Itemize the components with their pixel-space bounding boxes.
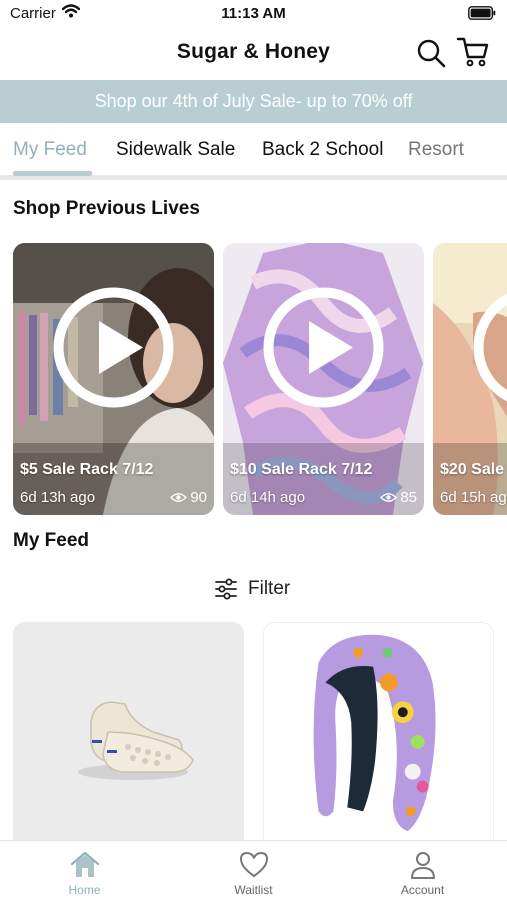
promo-text: Shop our 4th of July Sale- up to 70% off (94, 91, 413, 111)
home-icon (70, 851, 99, 877)
live-video-card[interactable]: $20 Sale 6d 15h ago (433, 243, 507, 515)
feed-title: My Feed (13, 530, 90, 551)
live-video-title: $5 Sale Rack 7/12 (20, 461, 154, 478)
product-card[interactable] (263, 622, 494, 852)
nav-home-label: Home (68, 883, 101, 897)
status-time: 11:13 AM (221, 5, 286, 22)
filter-label: Filter (248, 578, 291, 599)
shoe-product-image (13, 622, 244, 852)
nav-account-label: Account (400, 883, 445, 897)
live-video-views: 85 (380, 489, 417, 506)
category-tabs: My Feed Sidewalk Sale Back 2 School Reso… (0, 123, 507, 180)
eye-icon (170, 493, 188, 502)
filter-button[interactable]: Filter (214, 575, 290, 603)
nav-waitlist[interactable]: Waitlist (169, 841, 338, 900)
eye-icon (380, 493, 398, 502)
live-video-age: 6d 15h ago (440, 489, 507, 506)
status-bar: Carrier 11:13 AM (0, 0, 507, 28)
live-video-card[interactable]: $10 Sale Rack 7/12 6d 14h ago 85 (223, 243, 424, 515)
live-video-title: $10 Sale Rack 7/12 (230, 461, 373, 478)
person-icon (410, 852, 435, 879)
live-video-age: 6d 13h ago (20, 489, 96, 506)
view-count: 85 (400, 489, 417, 506)
view-count: 90 (190, 489, 207, 506)
tab-my-feed[interactable]: My Feed (13, 139, 87, 161)
live-video-card[interactable]: $5 Sale Rack 7/12 6d 13h ago 90 (13, 243, 214, 515)
play-icon[interactable] (51, 285, 176, 410)
nav-account[interactable]: Account (338, 841, 507, 900)
filter-icon (215, 578, 237, 600)
search-icon[interactable] (416, 38, 446, 68)
battery-icon (468, 6, 496, 20)
active-tab-indicator (13, 171, 92, 176)
live-video-age: 6d 14h ago (230, 489, 306, 506)
live-video-title: $20 Sale (440, 461, 505, 478)
bottom-navigation: Home Waitlist Account (0, 840, 507, 900)
nav-waitlist-label: Waitlist (234, 883, 273, 897)
play-icon[interactable] (261, 285, 386, 410)
live-video-views: 90 (170, 489, 207, 506)
tab-sidewalk-sale[interactable]: Sidewalk Sale (116, 139, 235, 161)
previous-lives-title: Shop Previous Lives (13, 198, 200, 219)
tab-back-2-school[interactable]: Back 2 School (262, 139, 383, 161)
nav-home[interactable]: Home (0, 841, 169, 900)
app-header: Sugar & Honey (0, 28, 507, 78)
promo-banner[interactable]: Shop our 4th of July Sale- up to 70% off (0, 80, 507, 123)
play-icon[interactable] (471, 285, 507, 410)
product-card[interactable] (13, 622, 244, 852)
headband-product-image (264, 623, 493, 851)
heart-icon (239, 851, 268, 878)
tab-resort[interactable]: Resort (408, 139, 464, 161)
previous-lives-carousel[interactable]: $5 Sale Rack 7/12 6d 13h ago 90 $10 Sale… (0, 243, 507, 515)
cart-icon[interactable] (456, 36, 490, 68)
